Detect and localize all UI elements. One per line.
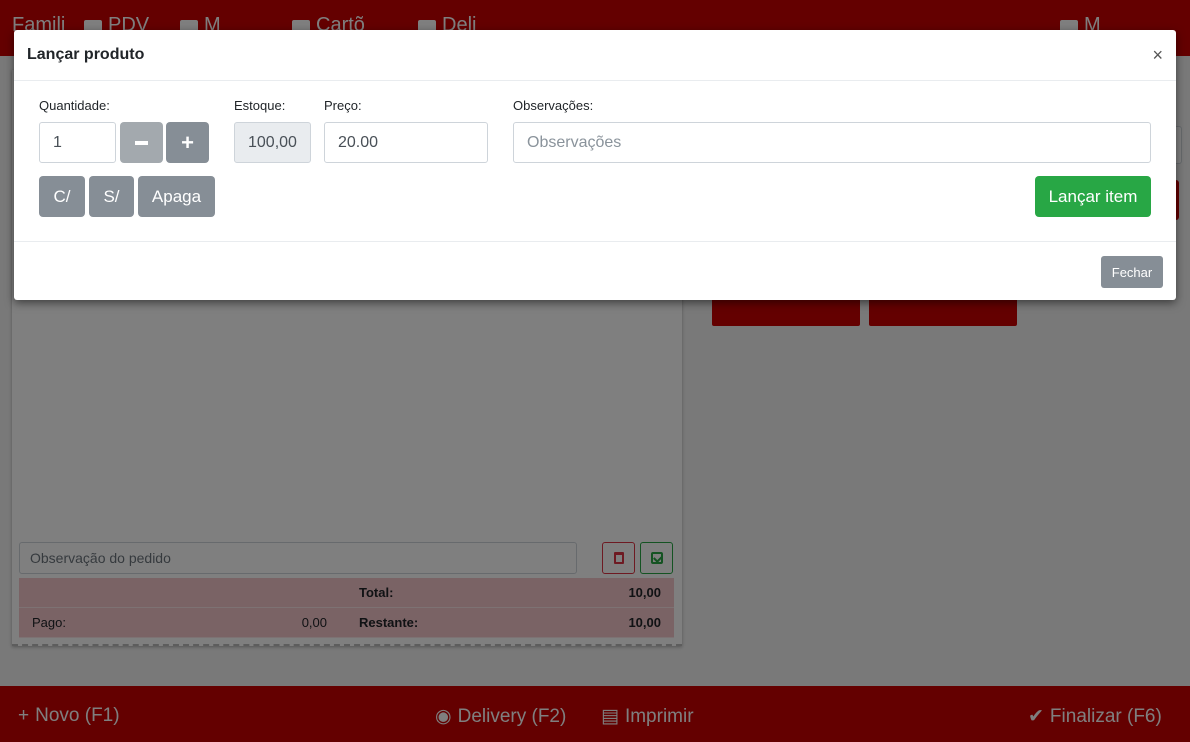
stock-field: 100,00 [234, 122, 311, 163]
plus-icon: + [181, 129, 194, 155]
notes-label: Observações: [513, 98, 594, 113]
launch-item-button[interactable]: Lançar item [1035, 176, 1151, 217]
modal-header: Lançar produto × [14, 30, 1176, 81]
quantity-label: Quantidade: [39, 98, 110, 113]
stock-label: Estoque: [234, 98, 286, 113]
increment-button[interactable]: + [166, 122, 209, 163]
quantity-input[interactable]: 1 [39, 122, 116, 163]
price-input[interactable]: 20.00 [324, 122, 488, 163]
notes-input[interactable]: Observações [513, 122, 1151, 163]
launch-product-modal: Lançar produto × Quantidade: 1 + Estoque… [14, 30, 1176, 300]
modal-title: Lançar produto [27, 46, 145, 63]
minus-icon [135, 140, 148, 145]
clear-button[interactable]: Apaga [138, 176, 215, 217]
decrement-button[interactable] [120, 122, 163, 163]
modal-body: Quantidade: 1 + Estoque: 100,00 Preço: 2… [14, 81, 1176, 242]
close-icon[interactable]: × [1152, 45, 1163, 66]
with-button[interactable]: C/ [39, 176, 85, 217]
close-button[interactable]: Fechar [1101, 256, 1163, 288]
without-button[interactable]: S/ [89, 176, 134, 217]
price-label: Preço: [324, 98, 362, 113]
modal-footer: Fechar [14, 242, 1176, 300]
